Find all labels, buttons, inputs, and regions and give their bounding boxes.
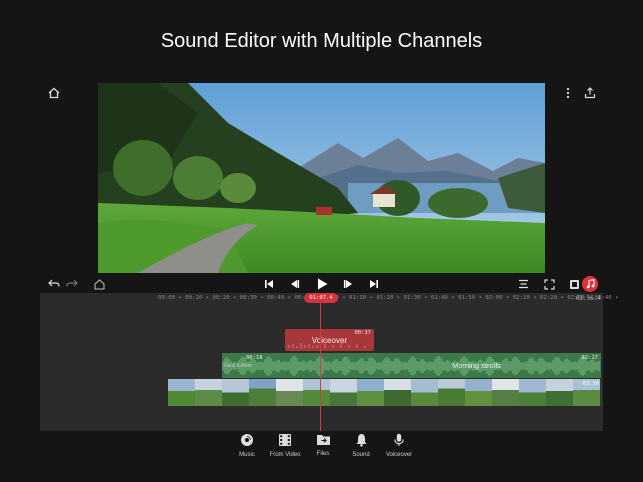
video-duration: 03:56	[582, 381, 599, 387]
more-vertical-icon[interactable]	[563, 86, 573, 100]
music-start-time: 00:18	[246, 355, 263, 361]
voiceover-title: Voiceover	[311, 336, 348, 345]
share-icon[interactable]	[583, 86, 597, 100]
music-clip[interactable]: 00:18 Rock Edition Morning strolls 02:17	[222, 353, 601, 378]
page-heading: Sound Editor with Multiple Channels	[160, 30, 483, 52]
music-button[interactable]: Music	[228, 433, 266, 473]
skip-end-icon[interactable]	[367, 277, 381, 291]
align-icon[interactable]	[516, 277, 530, 291]
video-thumbnails	[168, 379, 600, 406]
files-button[interactable]: Files	[304, 433, 342, 473]
film-icon	[279, 434, 291, 446]
music-disc-icon	[241, 434, 253, 446]
voiceover-label: Voiceover	[385, 452, 413, 458]
play-icon[interactable]	[314, 276, 330, 292]
undo-icon[interactable]	[47, 277, 61, 291]
playhead-line[interactable]	[320, 303, 321, 431]
video-preview[interactable]	[98, 83, 545, 273]
add-audio-menu: Music From Video Files Sound Voiceover	[228, 433, 418, 473]
music-left-label: Rock Edition	[224, 363, 253, 369]
save-icon[interactable]	[92, 277, 106, 291]
step-back-icon[interactable]	[288, 277, 302, 291]
files-label: Files	[316, 451, 330, 457]
music-title: Morning strolls	[452, 361, 501, 370]
timeline[interactable]: 00:00 • 00:10 • 00:20 • 00:30 • 00:40 • …	[40, 293, 618, 431]
bell-icon	[356, 434, 366, 447]
video-mode-icon[interactable]	[567, 277, 581, 291]
playhead-time[interactable]: 01:07.4	[304, 293, 338, 303]
from-video-label: From Video	[269, 452, 301, 458]
music-duration: 02:17	[581, 355, 598, 361]
step-forward-icon[interactable]	[341, 277, 355, 291]
folder-icon	[316, 435, 330, 445]
music-label: Music	[239, 452, 255, 458]
timeline-ruler: 00:00 • 00:10 • 00:20 • 00:30 • 00:40 • …	[158, 295, 619, 301]
video-clip[interactable]: 03:56	[168, 379, 602, 406]
redo-icon[interactable]	[65, 277, 79, 291]
total-duration: 03:56.4	[575, 295, 601, 302]
from-video-button[interactable]: From Video	[266, 433, 304, 473]
voiceover-clip[interactable]: 00:37 Voiceover	[285, 329, 374, 351]
audio-mode-icon[interactable]	[582, 276, 598, 292]
home-icon[interactable]	[47, 86, 61, 100]
sound-label: Sound	[352, 452, 370, 458]
fullscreen-icon[interactable]	[542, 277, 556, 291]
microphone-icon	[394, 433, 404, 446]
editor-toolbar	[40, 274, 603, 294]
voiceover-button[interactable]: Voiceover	[380, 433, 418, 473]
sound-button[interactable]: Sound	[342, 433, 380, 473]
skip-start-icon[interactable]	[262, 277, 276, 291]
